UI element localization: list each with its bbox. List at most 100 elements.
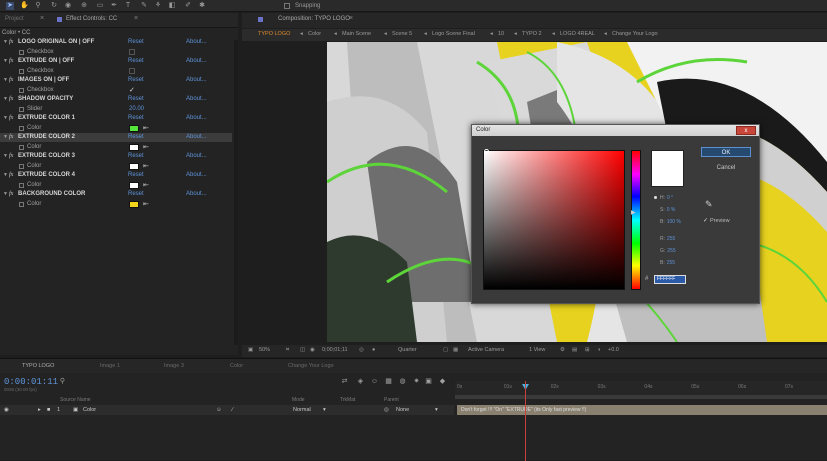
breadcrumb-item[interactable]: TYPO LOGO <box>258 31 290 37</box>
eraser-tool-icon[interactable]: ◧ <box>168 2 176 10</box>
tab-effect-controls[interactable]: Effect Controls: CC <box>66 16 117 22</box>
preview-checkbox[interactable]: ✓ <box>703 217 708 224</box>
column-trkmat[interactable]: TrkMat <box>340 397 355 403</box>
shy-layers-icon[interactable]: ☺ <box>370 378 379 386</box>
parent-dropdown[interactable]: None <box>396 407 409 413</box>
chevron-down-icon[interactable]: ▾ <box>323 407 326 413</box>
about-link[interactable]: About... <box>186 58 207 64</box>
fx-icon[interactable]: fx <box>9 153 13 159</box>
effect-row[interactable]: ▼ fx SHADOW OPACITY Reset About... <box>0 95 232 104</box>
breadcrumb-item[interactable]: 10 <box>498 31 504 37</box>
layer-name[interactable]: Color <box>83 407 96 413</box>
table-row[interactable]: ◉ ▸ ■ 1 ▣ Color ☺ ∕ Normal ▾ ◎ None ▾ <box>0 405 454 415</box>
resolution-dropdown[interactable]: Quarter <box>398 347 417 353</box>
chevron-down-icon[interactable]: ▾ <box>435 407 438 413</box>
color-channel-field[interactable]: B: 100 % <box>654 219 681 225</box>
tab-composition[interactable]: Composition: TYPO LOGO <box>278 16 350 22</box>
about-link[interactable]: About... <box>186 134 207 140</box>
color-swatch[interactable] <box>129 181 139 189</box>
effect-row[interactable]: ▼ fx IMAGES ON | OFF Reset About... <box>0 76 232 85</box>
exposure-value[interactable]: +0.0 <box>608 347 619 353</box>
column-mode[interactable]: Mode <box>292 397 305 403</box>
brush-tool-icon[interactable]: ✎ <box>140 2 148 10</box>
fx-switch-icon[interactable]: ∕ <box>232 407 233 413</box>
grid-icon[interactable]: ⌗ <box>286 347 289 354</box>
reset-link[interactable]: Reset <box>128 39 144 45</box>
property-stopwatch-icon[interactable] <box>19 87 24 93</box>
reset-link[interactable]: Reset <box>128 115 144 121</box>
reset-link[interactable]: Reset <box>128 58 144 64</box>
property-stopwatch-icon[interactable] <box>19 163 24 169</box>
pen-tool-icon[interactable]: ✒ <box>110 2 118 10</box>
timeline-tab[interactable]: Change Your Logo <box>288 363 334 369</box>
color-swatch[interactable] <box>129 162 139 170</box>
expand-chevron-icon[interactable]: ▼ <box>3 96 8 102</box>
fast-previews-icon[interactable]: ⚙ <box>560 347 565 353</box>
property-stopwatch-icon[interactable] <box>19 201 24 207</box>
effect-row[interactable]: ▼ fx LOGO ORIGINAL ON | OFF Reset About... <box>0 38 232 47</box>
about-link[interactable]: About... <box>186 96 207 102</box>
close-icon[interactable]: × <box>40 15 44 22</box>
flowchart-icon[interactable]: ⊞ <box>585 347 590 353</box>
eyedropper-icon[interactable]: ⇤ <box>143 200 149 208</box>
expand-chevron-icon[interactable]: ▸ <box>38 407 41 413</box>
color-channel-field[interactable]: H: 0 ° <box>654 195 673 201</box>
timeline-tab[interactable]: TYPO LOGO <box>22 363 54 369</box>
slider-value[interactable]: 20.00 <box>129 106 144 112</box>
channel-value[interactable]: 255 <box>667 236 675 242</box>
effect-controls-scrollbar[interactable] <box>234 40 238 345</box>
close-icon[interactable]: × <box>349 15 353 22</box>
effect-row[interactable]: ▼ fx EXTRUDE COLOR 3 Reset About... <box>0 152 232 161</box>
color-channel-field[interactable]: R: 255 <box>654 236 675 242</box>
timeline-tab[interactable]: Image 3 <box>164 363 184 369</box>
effect-row[interactable]: ▼ fx BACKGROUND COLOR Reset About... <box>0 190 232 199</box>
effect-row[interactable]: ▼ fx EXTRUDE COLOR 1 Reset About... <box>0 114 232 123</box>
color-channel-field[interactable]: G: 255 <box>654 248 676 254</box>
expand-chevron-icon[interactable]: ▼ <box>3 115 8 121</box>
type-tool-icon[interactable]: T <box>124 2 132 10</box>
reset-link[interactable]: Reset <box>128 77 144 83</box>
ok-button[interactable]: OK <box>701 147 751 157</box>
camera-dropdown[interactable]: Active Camera <box>468 347 504 353</box>
property-stopwatch-icon[interactable] <box>19 144 24 150</box>
color-dialog-titlebar[interactable]: Color x <box>472 125 759 136</box>
property-stopwatch-icon[interactable] <box>19 49 24 55</box>
eyedropper-icon[interactable]: ✎ <box>705 199 713 210</box>
reset-link[interactable]: Reset <box>128 96 144 102</box>
fx-icon[interactable]: fx <box>9 77 13 83</box>
eye-icon[interactable]: ◉ <box>4 407 9 413</box>
comp-mini-flowchart-icon[interactable]: ⇄ <box>340 378 349 386</box>
expand-chevron-icon[interactable]: ▼ <box>3 191 8 197</box>
hand-tool-icon[interactable]: ✋ <box>20 2 29 10</box>
current-time-display[interactable]: 0;00;01;11 <box>322 347 348 353</box>
eyedropper-icon[interactable]: ⇤ <box>143 124 149 132</box>
about-link[interactable]: About... <box>186 77 207 83</box>
layer-duration-bar[interactable]: Don't forget !!! "On" "EXTRUDE" (its Onl… <box>457 405 827 415</box>
magnification-dropdown[interactable]: 50% <box>259 347 270 353</box>
color-field-cursor[interactable] <box>484 149 489 154</box>
expand-chevron-icon[interactable]: ▼ <box>3 39 8 45</box>
fx-icon[interactable]: fx <box>9 58 13 64</box>
channel-value[interactable]: 255 <box>667 248 675 254</box>
hex-color-input[interactable]: FFFFFF <box>654 275 686 284</box>
breadcrumb-item[interactable]: LOGO 4REAL <box>560 31 595 37</box>
reset-exposure-icon[interactable]: ◐ <box>598 347 601 353</box>
breadcrumb-item[interactable]: Logo Scene Final <box>432 31 475 37</box>
fx-icon[interactable]: fx <box>9 191 13 197</box>
color-swatch[interactable] <box>129 143 139 151</box>
views-dropdown[interactable]: 1 View <box>529 347 545 353</box>
motion-blur-icon[interactable]: ◍ <box>398 378 407 386</box>
draft-3d-icon[interactable]: ◈ <box>356 378 365 386</box>
frame-blending-icon[interactable]: ▦ <box>384 378 393 386</box>
timeline-tab[interactable]: Image 1 <box>100 363 120 369</box>
about-link[interactable]: About... <box>186 39 207 45</box>
reset-link[interactable]: Reset <box>128 172 144 178</box>
fx-icon[interactable]: fx <box>9 96 13 102</box>
close-button[interactable]: x <box>736 126 756 135</box>
about-link[interactable]: About... <box>186 153 207 159</box>
snapshot-camera-icon[interactable]: ◎ <box>359 347 364 353</box>
selection-tool-icon[interactable]: ➤ <box>6 2 14 10</box>
breadcrumb-item[interactable]: Scene 5 <box>392 31 412 37</box>
saturation-brightness-field[interactable] <box>483 150 625 290</box>
channel-value[interactable]: 0 % <box>667 207 676 213</box>
